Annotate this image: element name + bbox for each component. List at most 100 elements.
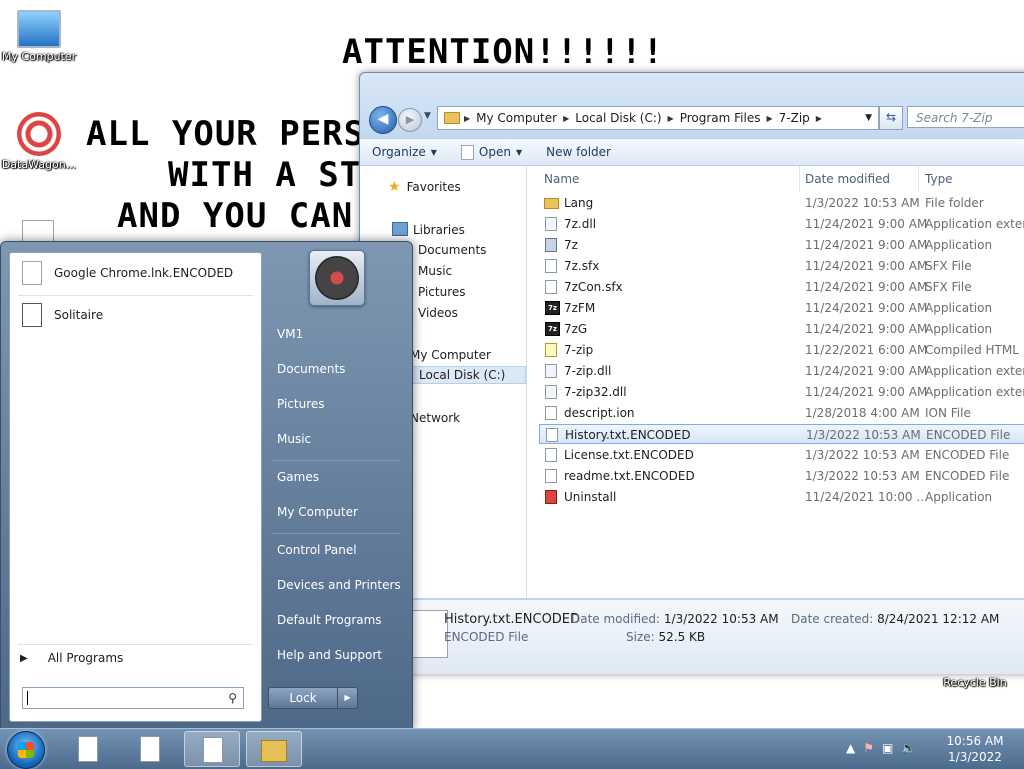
search-input[interactable]: Search 7-Zip	[907, 106, 1024, 128]
open-button[interactable]: Open ▼	[449, 144, 534, 160]
nav-label: Libraries	[413, 223, 465, 237]
nav-music[interactable]: Music	[418, 264, 452, 278]
nav-libraries[interactable]: Libraries	[392, 222, 465, 237]
details-kind: ENCODED File	[444, 630, 529, 644]
nav-local-disk[interactable]: Local Disk (C:)	[412, 366, 527, 384]
desktop-file-icon[interactable]	[22, 220, 54, 243]
file-date: 1/28/2018 4:00 AM	[805, 406, 920, 420]
file-row[interactable]: 7z 7zFM 11/24/2021 9:00 AM Application	[539, 298, 1024, 318]
file-date: 1/3/2022 10:53 AM	[805, 196, 920, 210]
taskbar-item-document-3[interactable]	[184, 731, 240, 767]
taskbar-item-document-2[interactable]	[122, 731, 178, 767]
file-row[interactable]: readme.txt.ENCODED 1/3/2022 10:53 AM ENCOD…	[539, 466, 1024, 486]
file-type: ION File	[925, 406, 971, 420]
solitaire-icon	[22, 303, 42, 327]
start-link-documents[interactable]: Documents	[277, 362, 345, 376]
clock[interactable]: 10:56 AM 1/3/2022	[940, 733, 1010, 765]
star-icon: ★	[388, 179, 401, 195]
file-row[interactable]: 7z 7zG 11/24/2021 9:00 AM Application	[539, 319, 1024, 339]
file-date: 11/22/2021 6:00 AM	[805, 343, 928, 357]
file-row[interactable]: 7z.sfx 11/24/2021 9:00 AM SFX File	[539, 256, 1024, 276]
document-icon	[22, 261, 42, 285]
command-bar: Organize ▼ Open ▼ New folder	[360, 139, 1024, 166]
nav-documents[interactable]: Documents	[418, 243, 486, 257]
start-search-input[interactable]: ⚲	[22, 687, 244, 709]
column-header-type[interactable]: Type	[925, 166, 953, 192]
file-type: SFX File	[925, 280, 972, 294]
refresh-icon: ⇆	[885, 110, 897, 124]
desktop-icon-datawagon[interactable]: DataWagon...	[0, 112, 78, 171]
address-dropdown-icon[interactable]: ▼	[859, 113, 878, 123]
action-center-icon[interactable]: ⚑	[863, 741, 874, 755]
start-link-games[interactable]: Games	[277, 470, 319, 484]
start-link-help-and-support[interactable]: Help and Support	[277, 648, 382, 662]
chevron-right-icon[interactable]: ▶	[816, 114, 822, 123]
start-link-my-computer[interactable]: My Computer	[277, 505, 358, 519]
nav-pictures[interactable]: Pictures	[418, 285, 466, 299]
nav-videos[interactable]: Videos	[418, 306, 458, 320]
start-link-music[interactable]: Music	[277, 432, 311, 446]
breadcrumb-local-disk[interactable]: Local Disk (C:)	[569, 111, 667, 125]
start-link-pictures[interactable]: Pictures	[277, 397, 325, 411]
triangle-right-icon: ▶	[20, 652, 28, 664]
file-row[interactable]: History.txt.ENCODED 1/3/2022 10:53 AM ENCO…	[539, 424, 1024, 444]
column-header-name[interactable]: Name	[544, 166, 579, 192]
start-link-default-programs[interactable]: Default Programs	[277, 613, 382, 627]
pinned-item-solitaire[interactable]: Solitaire	[10, 295, 261, 335]
breadcrumb-program-files[interactable]: Program Files	[674, 111, 767, 125]
start-link-vm1[interactable]: VM1	[277, 327, 303, 341]
address-bar[interactable]: ▶ My Computer ▶ Local Disk (C:) ▶ Progra…	[437, 106, 879, 130]
file-row[interactable]: 7z.dll 11/24/2021 9:00 AM Application exte…	[539, 214, 1024, 234]
file-row[interactable]: Lang 1/3/2022 10:53 AM File folder	[539, 193, 1024, 213]
column-divider[interactable]	[918, 166, 919, 192]
file-row[interactable]: 7z 11/24/2021 9:00 AM Application	[539, 235, 1024, 255]
file-row[interactable]: License.txt.ENCODED 1/3/2022 10:53 AM ENCO…	[539, 445, 1024, 465]
file-date: 11/24/2021 9:00 AM	[805, 322, 928, 336]
file-row[interactable]: Uninstall 11/24/2021 10:00 ... Application	[539, 487, 1024, 507]
organize-button[interactable]: Organize ▼	[360, 145, 449, 159]
all-programs-button[interactable]: ▶ All Programs	[20, 651, 123, 665]
nav-favorites[interactable]: ★ Favorites	[388, 179, 461, 195]
desktop-icon-my-computer[interactable]: My Computer	[0, 10, 78, 63]
file-type: ENCODED File	[925, 469, 1010, 483]
refresh-button[interactable]: ⇆	[879, 106, 903, 130]
forward-button[interactable]: ▶	[398, 108, 422, 132]
column-divider[interactable]	[799, 166, 800, 192]
start-link-devices-and-printers[interactable]: Devices and Printers	[277, 578, 401, 592]
pinned-item-chrome[interactable]: Google Chrome.lnk.ENCODED	[10, 253, 261, 293]
breadcrumb-my-computer[interactable]: My Computer	[470, 111, 563, 125]
details-modified: Date modified: 1/3/2022 10:53 AM	[571, 612, 779, 626]
file-row[interactable]: descript.ion 1/28/2018 4:00 AM ION File	[539, 403, 1024, 423]
recent-pages-button[interactable]: ▼	[424, 111, 431, 121]
volume-icon[interactable]: 🔈	[901, 741, 916, 755]
start-link-control-panel[interactable]: Control Panel	[277, 543, 357, 557]
file-row[interactable]: 7zCon.sfx 11/24/2021 9:00 AM SFX File	[539, 277, 1024, 297]
shutdown-options-button[interactable]: ▶	[337, 687, 358, 709]
text-caret	[27, 691, 28, 705]
details-size: Size: 52.5 KB	[626, 630, 705, 644]
back-button[interactable]: ◀	[369, 106, 397, 134]
column-header-date[interactable]: Date modified	[805, 166, 890, 192]
nav-my-computer[interactable]: My Computer	[410, 348, 491, 362]
file-name: Uninstall	[564, 490, 617, 504]
network-icon[interactable]: ▣	[882, 741, 893, 755]
user-avatar[interactable]	[309, 250, 365, 306]
dll-icon	[545, 385, 557, 399]
file-name: History.txt.ENCODED	[565, 428, 691, 442]
new-folder-button[interactable]: New folder	[534, 145, 623, 159]
nav-network[interactable]: Network	[410, 411, 460, 425]
taskbar-item-explorer[interactable]	[246, 731, 302, 767]
start-button[interactable]	[7, 731, 45, 769]
show-hidden-icons-icon[interactable]: ▲	[846, 741, 855, 755]
lock-button[interactable]: Lock	[268, 687, 338, 709]
file-row[interactable]: 7-zip32.dll 11/24/2021 9:00 AM Application…	[539, 382, 1024, 402]
breadcrumb-7zip[interactable]: 7-Zip	[773, 111, 816, 125]
file-row[interactable]: 7-zip.dll 11/24/2021 9:00 AM Application e…	[539, 361, 1024, 381]
file-row[interactable]: 7-zip 11/22/2021 6:00 AM Compiled HTML ...	[539, 340, 1024, 360]
taskbar-item-document-1[interactable]	[60, 731, 116, 767]
file-name: 7-zip.dll	[564, 364, 612, 378]
library-icon	[392, 222, 408, 236]
file-date: 1/3/2022 10:53 AM	[805, 469, 920, 483]
search-icon[interactable]: ⚲	[228, 691, 237, 705]
file-date: 11/24/2021 9:00 AM	[805, 217, 928, 231]
